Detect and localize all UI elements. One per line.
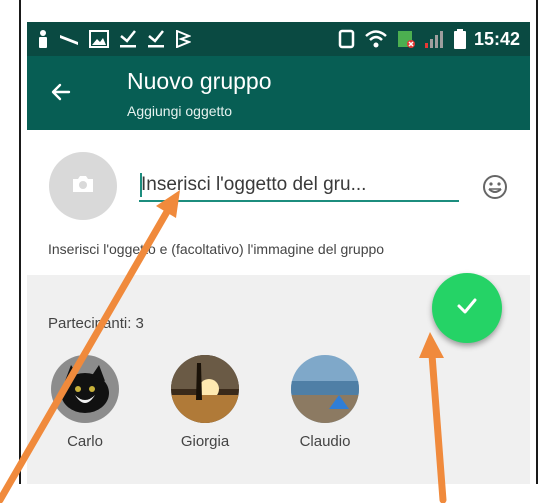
- page-subtitle: Aggiungi oggetto: [127, 103, 233, 119]
- group-photo-picker[interactable]: [49, 152, 117, 220]
- image-icon: [89, 28, 109, 50]
- text-cursor: [140, 173, 142, 197]
- participant-name: Claudio: [299, 433, 351, 450]
- back-arrow-icon[interactable]: [49, 80, 73, 104]
- battery-saver-icon: [396, 28, 416, 50]
- system-icons: 15:42: [338, 28, 520, 50]
- group-subject-input[interactable]: [139, 170, 459, 202]
- download-check-icon: [119, 28, 137, 50]
- emoji-icon[interactable]: [481, 173, 509, 201]
- checkmark-icon: [454, 293, 480, 324]
- participants-count: Partecipanti: 3: [48, 315, 144, 332]
- wifi-icon: [364, 28, 388, 50]
- subject-hint: Inserisci l'oggetto e (facoltativo) l'im…: [48, 241, 385, 257]
- app-bar: Nuovo gruppo Aggiungi oggetto: [27, 56, 530, 130]
- participant-name: Carlo: [67, 433, 103, 450]
- status-time: 15:42: [473, 28, 520, 49]
- signal-bars-icon: [424, 28, 446, 50]
- participant-name: Giorgia: [180, 433, 230, 450]
- group-subject-screen: Inserisci l'oggetto e (facoltativo) l'im…: [27, 130, 530, 484]
- confirm-button[interactable]: [432, 273, 502, 343]
- download-check-icon: [147, 28, 165, 50]
- signal-wave-icon: [59, 28, 79, 50]
- participant-claudio[interactable]: Claudio: [280, 355, 370, 450]
- avatar: [51, 355, 119, 423]
- avatar: [171, 355, 239, 423]
- flag-icon: [175, 28, 191, 50]
- battery-icon: [453, 28, 466, 50]
- participant-giorgia[interactable]: Giorgia: [160, 355, 250, 450]
- avatar: [291, 355, 359, 423]
- page-title: Nuovo gruppo: [127, 68, 272, 94]
- person-icon: [37, 28, 49, 50]
- status-bar: 15:42: [27, 22, 530, 56]
- vibrate-icon: [338, 28, 356, 50]
- participant-carlo[interactable]: Carlo: [40, 355, 130, 450]
- notification-icons: [37, 28, 191, 50]
- camera-icon: [71, 174, 95, 199]
